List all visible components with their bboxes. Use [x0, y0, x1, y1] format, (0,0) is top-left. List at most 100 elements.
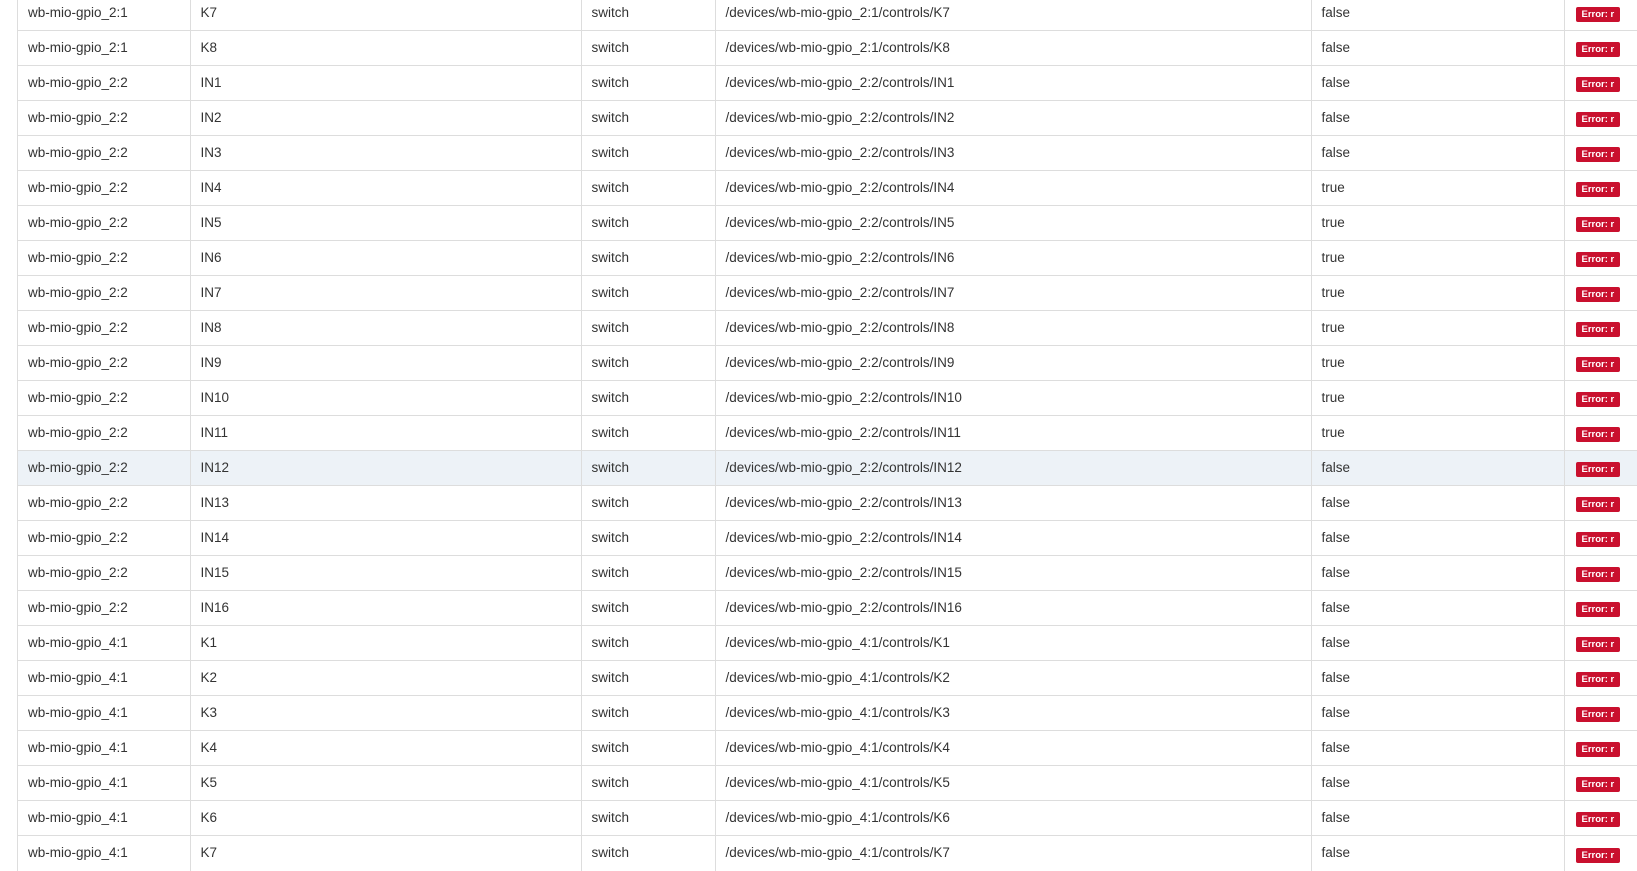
error-cell: Error: r — [1564, 345, 1637, 381]
device-name-cell: wb-mio-gpio_2:2 — [18, 240, 191, 276]
error-cell: Error: r — [1564, 170, 1637, 206]
control-type-cell: switch — [581, 520, 716, 556]
device-name-cell: wb-mio-gpio_2:2 — [18, 65, 191, 101]
table-row[interactable]: wb-mio-gpio_2:2 IN10 switch/devices/wb-mio… — [18, 380, 1637, 416]
device-name-cell: wb-mio-gpio_2:2 — [18, 205, 191, 241]
error-cell: Error: r — [1564, 765, 1637, 801]
control-value-cell: true — [1311, 275, 1565, 311]
mqtt-topic-cell: /devices/wb-mio-gpio_4:1/controls/K2 — [715, 660, 1312, 696]
control-type-cell: switch — [581, 345, 716, 381]
control-name-cell: IN9 — [190, 345, 582, 381]
table-row[interactable]: wb-mio-gpio_2:2 IN12 switch/devices/wb-mio… — [18, 450, 1637, 486]
table-body: wb-mio-gpio_2:1 K7 switch/devices/wb-mio-g… — [18, 0, 1637, 871]
table-row[interactable]: wb-mio-gpio_4:1 K6 switch/devices/wb-mio-g… — [18, 800, 1637, 836]
device-name-cell: wb-mio-gpio_2:2 — [18, 590, 191, 626]
device-name-cell: wb-mio-gpio_2:2 — [18, 275, 191, 311]
mqtt-topic-cell: /devices/wb-mio-gpio_2:2/controls/IN1 — [715, 65, 1312, 101]
error-badge: Error: r — [1575, 777, 1621, 793]
mqtt-topic-cell: /devices/wb-mio-gpio_4:1/controls/K5 — [715, 765, 1312, 801]
control-name-cell: K3 — [190, 695, 582, 731]
control-type-cell: switch — [581, 800, 716, 836]
table-row[interactable]: wb-mio-gpio_4:1 K1 switch/devices/wb-mio-g… — [18, 625, 1637, 661]
mqtt-topic-cell: /devices/wb-mio-gpio_2:1/controls/K8 — [715, 30, 1312, 66]
table-row[interactable]: wb-mio-gpio_4:1 K4 switch/devices/wb-mio-g… — [18, 730, 1637, 766]
control-value-cell: true — [1311, 240, 1565, 276]
table-row[interactable]: wb-mio-gpio_2:2 IN8 switch/devices/wb-mio-… — [18, 310, 1637, 346]
control-name-cell: IN15 — [190, 555, 582, 591]
control-name-cell: K5 — [190, 765, 582, 801]
control-type-cell: switch — [581, 450, 716, 486]
control-type-cell: switch — [581, 170, 716, 206]
error-cell: Error: r — [1564, 520, 1637, 556]
control-value-cell: false — [1311, 660, 1565, 696]
error-cell: Error: r — [1564, 590, 1637, 626]
mqtt-topic-cell: /devices/wb-mio-gpio_2:2/controls/IN12 — [715, 450, 1312, 486]
table-row[interactable]: wb-mio-gpio_2:1 K8 switch/devices/wb-mio-g… — [18, 30, 1637, 66]
control-name-cell: IN10 — [190, 380, 582, 416]
control-name-cell: K7 — [190, 835, 582, 871]
control-name-cell: IN14 — [190, 520, 582, 556]
error-badge: Error: r — [1575, 812, 1621, 828]
device-name-cell: wb-mio-gpio_2:2 — [18, 170, 191, 206]
device-name-cell: wb-mio-gpio_2:2 — [18, 380, 191, 416]
control-name-cell: IN1 — [190, 65, 582, 101]
error-cell: Error: r — [1564, 450, 1637, 486]
control-name-cell: K8 — [190, 30, 582, 66]
table-row[interactable]: wb-mio-gpio_2:2 IN15 switch/devices/wb-mio… — [18, 555, 1637, 591]
control-value-cell: false — [1311, 695, 1565, 731]
table-row[interactable]: wb-mio-gpio_2:2 IN4 switch/devices/wb-mio-… — [18, 170, 1637, 206]
error-badge: Error: r — [1575, 322, 1621, 338]
table-row[interactable]: wb-mio-gpio_4:1 K3 switch/devices/wb-mio-g… — [18, 695, 1637, 731]
control-type-cell: switch — [581, 100, 716, 136]
device-name-cell: wb-mio-gpio_2:2 — [18, 310, 191, 346]
control-type-cell: switch — [581, 590, 716, 626]
table-row[interactable]: wb-mio-gpio_4:1 K7 switch/devices/wb-mio-g… — [18, 835, 1637, 871]
error-badge: Error: r — [1575, 672, 1621, 688]
control-value-cell: true — [1311, 345, 1565, 381]
table-row[interactable]: wb-mio-gpio_2:2 IN1 switch/devices/wb-mio-… — [18, 65, 1637, 101]
table-row[interactable]: wb-mio-gpio_2:2 IN2 switch/devices/wb-mio-… — [18, 100, 1637, 136]
device-name-cell: wb-mio-gpio_2:2 — [18, 345, 191, 381]
device-name-cell: wb-mio-gpio_4:1 — [18, 695, 191, 731]
error-badge: Error: r — [1575, 637, 1621, 653]
error-badge: Error: r — [1575, 532, 1621, 548]
error-cell: Error: r — [1564, 275, 1637, 311]
control-value-cell: false — [1311, 135, 1565, 171]
table-row[interactable]: wb-mio-gpio_2:2 IN14 switch/devices/wb-mio… — [18, 520, 1637, 556]
control-name-cell: IN5 — [190, 205, 582, 241]
control-value-cell: true — [1311, 415, 1565, 451]
mqtt-topic-cell: /devices/wb-mio-gpio_2:2/controls/IN9 — [715, 345, 1312, 381]
control-type-cell: switch — [581, 240, 716, 276]
table-row[interactable]: wb-mio-gpio_2:1 K7 switch/devices/wb-mio-g… — [18, 0, 1637, 31]
table-row[interactable]: wb-mio-gpio_2:2 IN5 switch/devices/wb-mio-… — [18, 205, 1637, 241]
control-value-cell: false — [1311, 765, 1565, 801]
device-name-cell: wb-mio-gpio_4:1 — [18, 765, 191, 801]
table-row[interactable]: wb-mio-gpio_2:2 IN6 switch/devices/wb-mio-… — [18, 240, 1637, 276]
mqtt-topic-cell: /devices/wb-mio-gpio_2:2/controls/IN13 — [715, 485, 1312, 521]
control-value-cell: false — [1311, 450, 1565, 486]
error-cell: Error: r — [1564, 485, 1637, 521]
device-name-cell: wb-mio-gpio_2:2 — [18, 520, 191, 556]
table-row[interactable]: wb-mio-gpio_2:2 IN9 switch/devices/wb-mio-… — [18, 345, 1637, 381]
control-value-cell: false — [1311, 520, 1565, 556]
device-name-cell: wb-mio-gpio_2:1 — [18, 30, 191, 66]
control-type-cell: switch — [581, 695, 716, 731]
mqtt-topic-cell: /devices/wb-mio-gpio_2:2/controls/IN11 — [715, 415, 1312, 451]
table-row[interactable]: wb-mio-gpio_4:1 K5 switch/devices/wb-mio-g… — [18, 765, 1637, 801]
error-badge: Error: r — [1575, 7, 1621, 23]
table-row[interactable]: wb-mio-gpio_2:2 IN7 switch/devices/wb-mio-… — [18, 275, 1637, 311]
error-cell: Error: r — [1564, 0, 1637, 31]
mqtt-topic-cell: /devices/wb-mio-gpio_2:2/controls/IN6 — [715, 240, 1312, 276]
control-value-cell: false — [1311, 30, 1565, 66]
table-row[interactable]: wb-mio-gpio_2:2 IN16 switch/devices/wb-mio… — [18, 590, 1637, 626]
table-row[interactable]: wb-mio-gpio_2:2 IN13 switch/devices/wb-mio… — [18, 485, 1637, 521]
table-row[interactable]: wb-mio-gpio_2:2 IN3 switch/devices/wb-mio-… — [18, 135, 1637, 171]
device-name-cell: wb-mio-gpio_4:1 — [18, 835, 191, 871]
table-row[interactable]: wb-mio-gpio_4:1 K2 switch/devices/wb-mio-g… — [18, 660, 1637, 696]
control-name-cell: IN13 — [190, 485, 582, 521]
error-cell: Error: r — [1564, 135, 1637, 171]
mqtt-topic-cell: /devices/wb-mio-gpio_4:1/controls/K6 — [715, 800, 1312, 836]
control-name-cell: IN11 — [190, 415, 582, 451]
table-row[interactable]: wb-mio-gpio_2:2 IN11 switch/devices/wb-mio… — [18, 415, 1637, 451]
control-value-cell: false — [1311, 485, 1565, 521]
